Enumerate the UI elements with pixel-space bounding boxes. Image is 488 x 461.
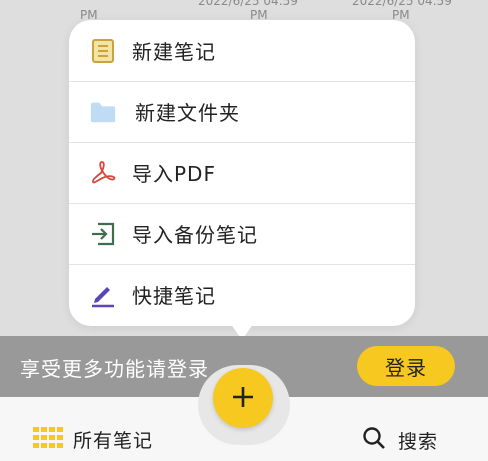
- login-prompt-text: 享受更多功能请登录: [20, 357, 209, 381]
- note-date: 2022/6/25 04:59: [198, 0, 298, 8]
- import-icon: [89, 220, 117, 248]
- menu-item-label: 新建笔记: [132, 40, 216, 64]
- pdf-icon: [89, 159, 117, 187]
- nav-all-notes-label: 所有笔记: [73, 430, 154, 452]
- nav-all-notes[interactable]: 所有笔记: [33, 426, 153, 453]
- menu-item-label: 快捷笔记: [132, 284, 216, 308]
- note-date: 2022/6/25 04:59: [352, 0, 452, 8]
- add-button[interactable]: [213, 368, 273, 428]
- login-button[interactable]: 登录: [357, 346, 455, 386]
- menu-item-label: 导入PDF: [132, 162, 216, 186]
- menu-item-label: 导入备份笔记: [132, 223, 258, 247]
- search-icon: [362, 426, 386, 454]
- menu-item-new-folder[interactable]: 新建文件夹: [69, 81, 415, 142]
- note-icon: [89, 37, 117, 65]
- menu-item-import-pdf[interactable]: 导入PDF: [69, 142, 415, 203]
- plus-icon: [231, 385, 255, 412]
- grid-icon: [33, 426, 63, 453]
- pen-icon: [89, 281, 117, 309]
- create-menu-popup: 新建笔记 新建文件夹 导入PDF 导入备份笔记 快捷笔记: [69, 20, 415, 326]
- folder-icon: [89, 98, 117, 126]
- menu-item-import-backup[interactable]: 导入备份笔记: [69, 203, 415, 264]
- menu-item-label: 新建文件夹: [135, 101, 240, 125]
- menu-item-new-note[interactable]: 新建笔记: [69, 20, 415, 81]
- nav-search-label: 搜索: [398, 430, 439, 453]
- menu-item-quick-note[interactable]: 快捷笔记: [69, 264, 415, 325]
- nav-search[interactable]: 搜索: [362, 426, 438, 454]
